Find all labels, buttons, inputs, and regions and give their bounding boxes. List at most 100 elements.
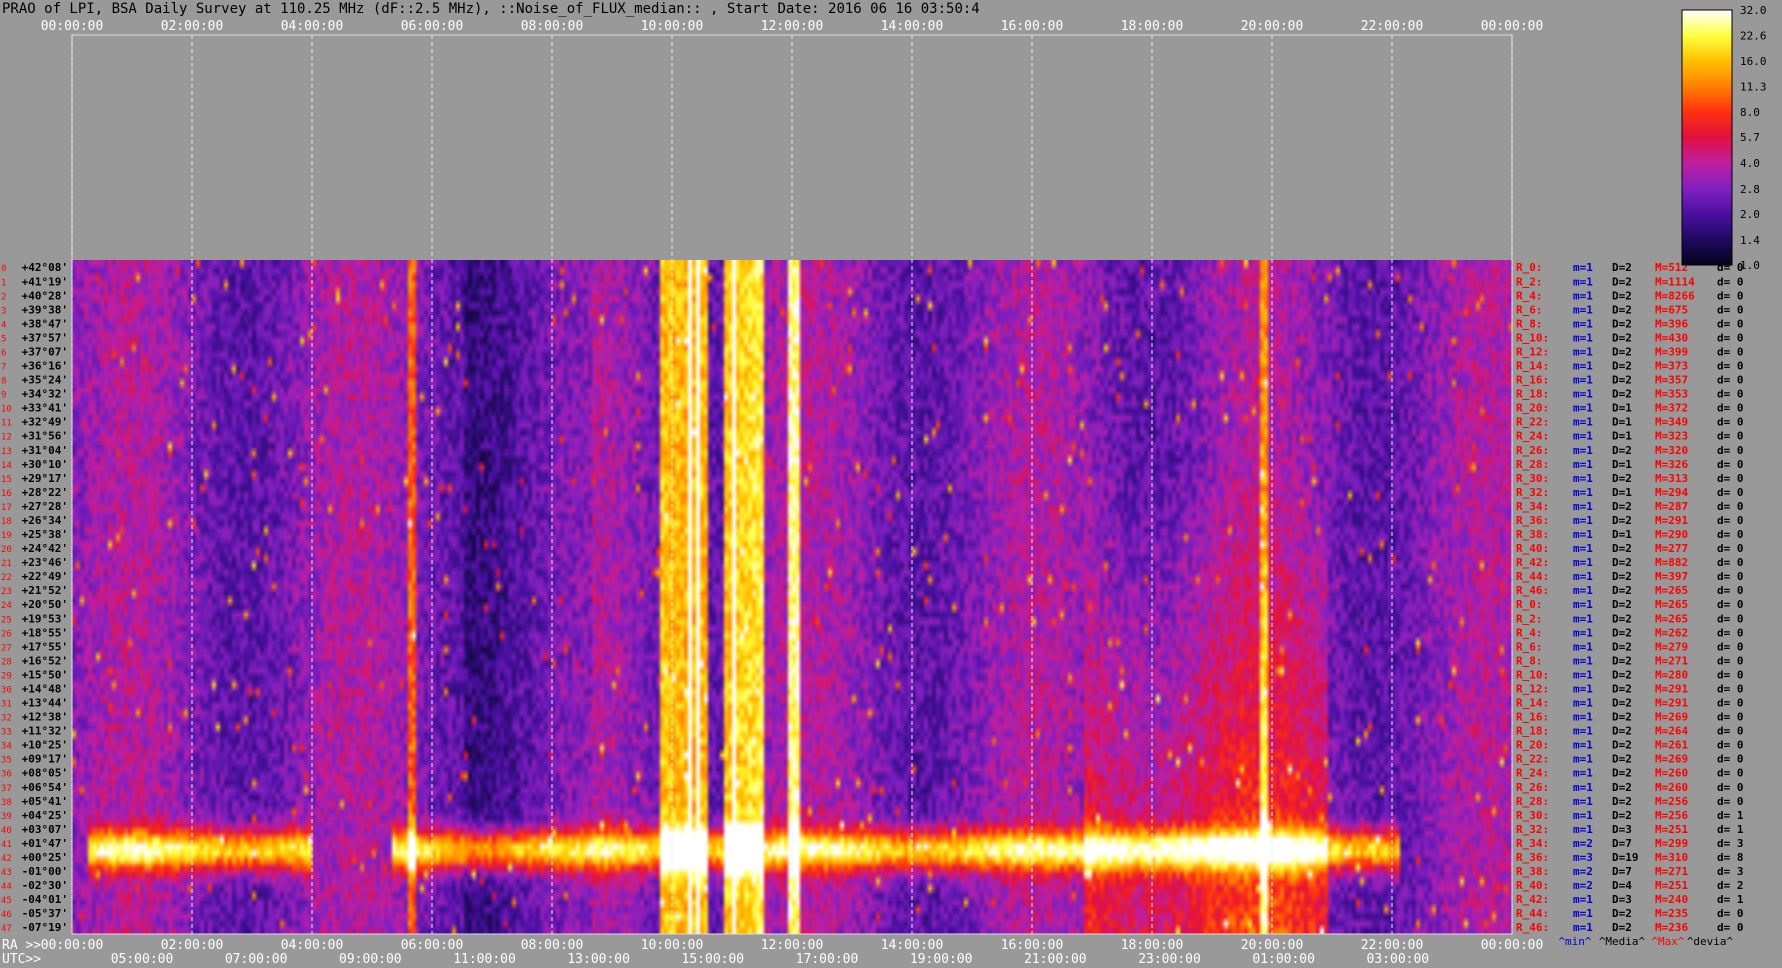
row-stat: R_40:	[1516, 542, 1549, 555]
row-stat: d= 0	[1717, 514, 1744, 527]
row-stat: d= 1	[1717, 809, 1744, 822]
row-stat: D=2	[1612, 570, 1632, 583]
declination-tick: +18°55'	[22, 626, 68, 639]
ra-axis-label: RA >>	[2, 938, 41, 953]
row-stat: d= 0	[1717, 739, 1744, 752]
top-time-tick: 08:00:00	[521, 19, 584, 34]
colorbar-tick: 1.0	[1740, 259, 1760, 272]
row-stat: d= 0	[1717, 388, 1744, 401]
declination-tick: +09°17'	[22, 753, 68, 766]
row-stat: D=2	[1612, 921, 1632, 934]
row-stat: M=313	[1655, 472, 1688, 485]
row-stat: R_4:	[1516, 289, 1543, 302]
row-stat: d= 2	[1717, 879, 1744, 892]
row-stat: m=1	[1573, 767, 1593, 780]
row-stat: m=1	[1573, 303, 1593, 316]
row-index: 13	[1, 447, 12, 457]
row-stat: R_2:	[1516, 612, 1543, 625]
declination-tick: +29°17'	[22, 472, 68, 485]
row-stat: d= 0	[1717, 528, 1744, 541]
top-time-tick: 12:00:00	[761, 19, 824, 34]
declination-tick: +10°25'	[22, 739, 68, 752]
row-stat: M=260	[1655, 781, 1688, 794]
row-index: 9	[1, 391, 6, 401]
row-stat: M=675	[1655, 303, 1688, 316]
row-index: 21	[1, 559, 12, 569]
row-stat: R_16:	[1516, 711, 1549, 724]
row-index: 15	[1, 475, 12, 485]
row-index: 29	[1, 671, 12, 681]
utc-tick: 09:00:00	[339, 952, 402, 967]
row-index: 20	[1, 545, 12, 555]
row-stat: R_38:	[1516, 865, 1549, 878]
row-stat: d= 0	[1717, 781, 1744, 794]
ra-tick: 20:00:00	[1241, 938, 1304, 953]
row-stat: R_20:	[1516, 402, 1549, 415]
row-index: 41	[1, 840, 12, 850]
row-stat: m=1	[1573, 753, 1593, 766]
row-index: 18	[1, 517, 12, 527]
row-index: 17	[1, 503, 12, 513]
declination-tick: +36°16'	[22, 360, 68, 373]
row-stat: M=287	[1655, 500, 1688, 513]
row-stat: R_32:	[1516, 486, 1549, 499]
row-stat: M=310	[1655, 851, 1688, 864]
row-stat: d= 0	[1717, 556, 1744, 569]
row-stat: D=2	[1612, 331, 1632, 344]
row-stat: D=2	[1612, 739, 1632, 752]
row-stat: D=2	[1612, 626, 1632, 639]
row-index: 10	[1, 405, 12, 415]
row-stat: D=2	[1612, 514, 1632, 527]
colorbar-gradient	[1681, 9, 1733, 266]
row-stat: d= 0	[1717, 331, 1744, 344]
row-stat: R_6:	[1516, 640, 1543, 653]
row-stat: R_42:	[1516, 893, 1549, 906]
row-stat: m=1	[1573, 682, 1593, 695]
row-stat: D=2	[1612, 711, 1632, 724]
declination-tick: +20°50'	[22, 598, 68, 611]
row-stat: R_42:	[1516, 556, 1549, 569]
row-stat: R_14:	[1516, 697, 1549, 710]
declination-tick: +35°24'	[22, 374, 68, 387]
row-stat: M=260	[1655, 767, 1688, 780]
row-stat: R_26:	[1516, 781, 1549, 794]
stats-footer-label: ^devia^	[1687, 935, 1734, 948]
row-index: 43	[1, 868, 12, 878]
row-stat: d= 0	[1717, 430, 1744, 443]
row-stat: M=299	[1655, 837, 1688, 850]
row-index: 40	[1, 826, 12, 836]
row-stat: M=279	[1655, 640, 1688, 653]
declination-tick: +37°57'	[22, 331, 68, 344]
colorbar-tick: 22.6	[1740, 30, 1767, 43]
colorbar-tick: 5.7	[1740, 131, 1760, 144]
row-stat: R_6:	[1516, 303, 1543, 316]
row-stat: M=240	[1655, 893, 1688, 906]
row-stat: d= 0	[1717, 598, 1744, 611]
utc-tick: 05:00:00	[111, 952, 174, 967]
row-stat: d= 0	[1717, 612, 1744, 625]
row-stat: M=264	[1655, 725, 1688, 738]
row-index: 7	[1, 363, 6, 373]
row-stat: d= 8	[1717, 851, 1744, 864]
top-time-tick: 20:00:00	[1241, 19, 1304, 34]
utc-tick: 17:00:00	[796, 952, 859, 967]
row-stat: D=2	[1612, 317, 1632, 330]
utc-axis-label: UTC>>	[2, 952, 41, 967]
row-stat: R_34:	[1516, 837, 1549, 850]
row-stat: R_40:	[1516, 879, 1549, 892]
row-stat: D=2	[1612, 556, 1632, 569]
row-stat: m=1	[1573, 640, 1593, 653]
utc-tick: 19:00:00	[910, 952, 973, 967]
row-stat: M=357	[1655, 374, 1688, 387]
declination-tick: +33°41'	[22, 402, 68, 415]
declination-tick: +14°48'	[22, 682, 68, 695]
utc-tick: 23:00:00	[1138, 952, 1201, 967]
row-stat: d= 0	[1717, 640, 1744, 653]
colorbar-tick: 2.8	[1740, 183, 1760, 196]
declination-tick: +17°55'	[22, 640, 68, 653]
row-stat: R_36:	[1516, 514, 1549, 527]
colorbar: 32.0 22.6 16.0 11.3 8.0 5.7 4.0 2.8 2.0 1.4 1.0	[1681, 4, 1767, 272]
row-stat: m=1	[1573, 598, 1593, 611]
row-stat: D=2	[1612, 360, 1632, 373]
row-stat: M=256	[1655, 809, 1688, 822]
